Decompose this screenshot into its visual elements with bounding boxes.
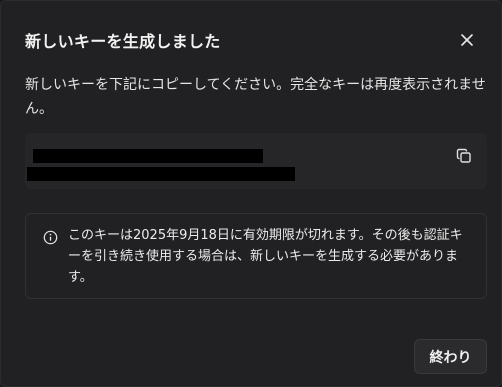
copy-icon	[456, 148, 471, 163]
api-key-field[interactable]	[25, 133, 487, 189]
done-button[interactable]: 終わり	[414, 339, 487, 374]
close-button[interactable]	[456, 29, 478, 51]
expiry-notice-text: このキーは2025年9月18日に有効期限が切れます。その後も認証キーを引き続き使…	[68, 228, 463, 285]
redacted-key-line-2	[27, 167, 295, 181]
info-icon	[43, 230, 58, 245]
close-icon	[461, 34, 473, 46]
dialog-title: 新しいキーを生成しました	[25, 32, 221, 51]
copy-key-button[interactable]	[455, 147, 473, 165]
redacted-key-line-1	[33, 149, 263, 163]
expiry-notice: このキーは2025年9月18日に有効期限が切れます。その後も認証キーを引き続き使…	[25, 213, 487, 299]
new-key-dialog: 新しいキーを生成しました 新しいキーを下記にコピーしてください。完全なキーは再度…	[0, 0, 502, 387]
dialog-description: 新しいキーを下記にコピーしてください。完全なキーは再度表示されません。	[25, 77, 486, 117]
